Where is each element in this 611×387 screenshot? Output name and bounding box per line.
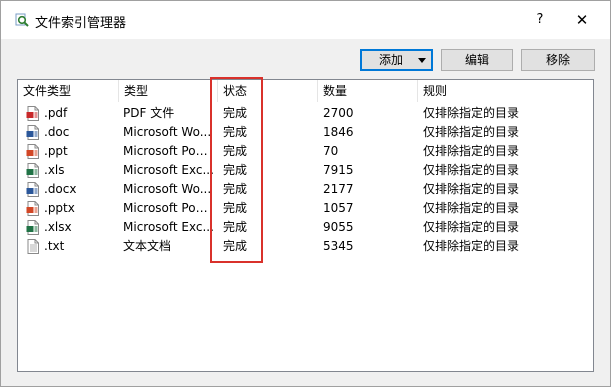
- cell-count: 7915: [323, 163, 354, 177]
- window-title: 文件索引管理器: [35, 16, 127, 31]
- magnifier-app-icon: [15, 13, 29, 27]
- cell-type: PDF 文件: [123, 106, 175, 120]
- table-row[interactable]: .xls Microsoft Exc... 完成 7915 仅排除指定的目录: [18, 161, 593, 180]
- cell-extension: .doc: [44, 125, 70, 139]
- cell-rule: 仅排除指定的目录: [423, 125, 520, 139]
- table-row[interactable]: .doc Microsoft Wo... 完成 1846 仅排除指定的目录: [18, 123, 593, 142]
- cell-type: Microsoft Wo...: [123, 125, 212, 139]
- cell-status: 完成: [223, 125, 248, 139]
- cell-rule: 仅排除指定的目录: [423, 163, 520, 177]
- remove-button[interactable]: 移除: [521, 49, 595, 71]
- powerpoint-file-icon: [26, 144, 39, 159]
- file-index-manager-window: 文件索引管理器 ? ✕ 添加 编辑 移除 文件类型 类型 状态 数量 规则 .p…: [0, 0, 611, 387]
- title-bar: 文件索引管理器 ? ✕: [1, 1, 610, 39]
- cell-extension: .xls: [44, 163, 65, 177]
- cell-type: Microsoft Exc...: [123, 163, 214, 177]
- cell-count: 70: [323, 144, 339, 158]
- help-button[interactable]: ?: [529, 9, 551, 31]
- powerpoint-file-icon: [26, 201, 39, 216]
- cell-type: Microsoft Pow...: [123, 144, 215, 158]
- column-header-rule[interactable]: 规则: [418, 80, 593, 102]
- cell-rule: 仅排除指定的目录: [423, 201, 520, 215]
- cell-status: 完成: [223, 220, 248, 234]
- column-header-status[interactable]: 状态: [218, 80, 318, 102]
- list-header: 文件类型 类型 状态 数量 规则: [18, 80, 593, 102]
- table-row[interactable]: .pptx Microsoft Pow... 完成 1057 仅排除指定的目录: [18, 199, 593, 218]
- cell-status: 完成: [223, 163, 248, 177]
- file-type-list[interactable]: 文件类型 类型 状态 数量 规则 .pdf PDF 文件 完成 2700 仅排除指定的目…: [17, 79, 594, 372]
- cell-rule: 仅排除指定的目录: [423, 239, 520, 253]
- table-row[interactable]: .xlsx Microsoft Exc... 完成 9055 仅排除指定的目录: [18, 218, 593, 237]
- pdf-file-icon: [26, 106, 39, 121]
- table-row[interactable]: .docx Microsoft Wo... 完成 2177 仅排除指定的目录: [18, 180, 593, 199]
- word-file-icon: [26, 182, 39, 197]
- cell-status: 完成: [223, 106, 248, 120]
- cell-extension: .pptx: [44, 201, 75, 215]
- cell-count: 2700: [323, 106, 354, 120]
- excel-file-icon: [26, 220, 39, 235]
- add-button-label: 添加: [379, 53, 404, 67]
- cell-extension: .docx: [44, 182, 77, 196]
- cell-type: Microsoft Wo...: [123, 182, 212, 196]
- word-file-icon: [26, 125, 39, 140]
- cell-status: 完成: [223, 144, 248, 158]
- cell-count: 2177: [323, 182, 354, 196]
- excel-file-icon: [26, 163, 39, 178]
- cell-rule: 仅排除指定的目录: [423, 144, 520, 158]
- cell-count: 9055: [323, 220, 354, 234]
- edit-button[interactable]: 编辑: [441, 49, 513, 71]
- cell-status: 完成: [223, 201, 248, 215]
- text-file-icon: [27, 239, 39, 254]
- cell-count: 5345: [323, 239, 354, 253]
- cell-count: 1057: [323, 201, 354, 215]
- cell-extension: .pdf: [44, 106, 68, 120]
- cell-rule: 仅排除指定的目录: [423, 106, 520, 120]
- table-row[interactable]: .ppt Microsoft Pow... 完成 70 仅排除指定的目录: [18, 142, 593, 161]
- cell-type: Microsoft Exc...: [123, 220, 214, 234]
- table-row[interactable]: .pdf PDF 文件 完成 2700 仅排除指定的目录: [18, 104, 593, 123]
- column-header-count[interactable]: 数量: [318, 80, 418, 102]
- cell-extension: .txt: [44, 239, 65, 253]
- cell-type: Microsoft Pow...: [123, 201, 215, 215]
- cell-rule: 仅排除指定的目录: [423, 182, 520, 196]
- cell-count: 1846: [323, 125, 354, 139]
- column-header-file-type[interactable]: 文件类型: [18, 80, 119, 102]
- table-row[interactable]: .txt 文本文档 完成 5345 仅排除指定的目录: [18, 237, 593, 256]
- add-button[interactable]: 添加: [360, 49, 433, 71]
- cell-status: 完成: [223, 182, 248, 196]
- cell-type: 文本文档: [123, 239, 172, 253]
- cell-extension: .ppt: [44, 144, 68, 158]
- column-header-type[interactable]: 类型: [119, 80, 218, 102]
- dropdown-arrow-icon[interactable]: [418, 58, 426, 63]
- cell-status: 完成: [223, 239, 248, 253]
- close-button[interactable]: ✕: [569, 9, 595, 31]
- cell-rule: 仅排除指定的目录: [423, 220, 520, 234]
- cell-extension: .xlsx: [44, 220, 72, 234]
